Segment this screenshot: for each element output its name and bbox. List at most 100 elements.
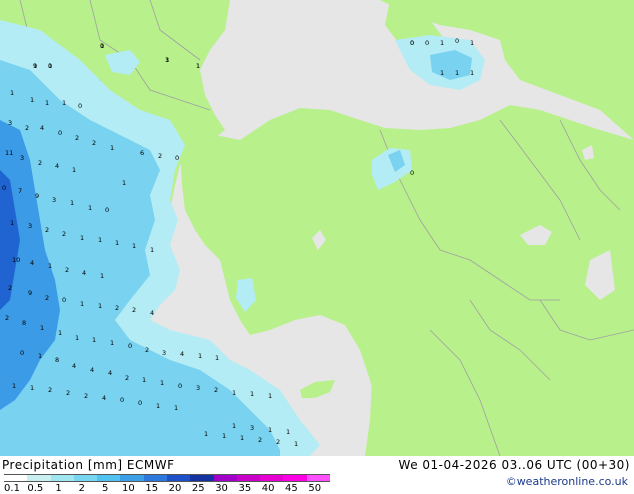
product-title: Precipitation [mm] ECMWF [2, 458, 174, 472]
precip-value: 3 [8, 119, 12, 127]
precip-value: 2 [8, 284, 12, 292]
scale-swatch [143, 474, 168, 482]
precip-value: 1 [142, 376, 146, 384]
precip-value: 1 [40, 324, 44, 332]
precip-value: 0 [58, 129, 62, 137]
precip-value: 1 [100, 272, 104, 280]
precip-value: 1 [45, 99, 49, 107]
precip-value: 2 [65, 266, 69, 274]
scale-swatch [167, 474, 191, 482]
precip-value: 4 [30, 259, 34, 267]
precip-value: 1 [240, 434, 244, 442]
precip-value: 1 [174, 404, 178, 412]
precip-value: 2 [145, 346, 149, 354]
precip-value: 1 [150, 246, 154, 254]
precip-value: 2 [75, 134, 79, 142]
precip-value: 0 [2, 184, 6, 192]
scale-tick-label: 5 [101, 483, 109, 494]
precip-value: 6 [140, 149, 144, 157]
precip-value: 1 [122, 179, 126, 187]
precip-value: 1 [132, 242, 136, 250]
precip-value: 1 [198, 352, 202, 360]
precip-value: 1 [58, 329, 62, 337]
precip-value: 3 [250, 424, 254, 432]
scale-tick-label: 0.5 [27, 483, 44, 494]
precip-value: 1 [48, 262, 52, 270]
precip-value: 1 [470, 39, 474, 47]
precip-value: 1 [268, 392, 272, 400]
precip-value: 2 [132, 306, 136, 314]
precip-value: 3 [52, 196, 56, 204]
scale-tick-label: 2 [78, 483, 86, 494]
precipitation-map[interactable]: 0 9 1 0 1 0 0 1 0 1 1 1 1 0 1 1 1 1 0 3 2 4 0 2 2 1 6 2 0 11 3 2 4 1 0 7 9 3 1… [0, 0, 634, 456]
precip-value: 4 [82, 269, 86, 277]
precip-value: 1 [30, 96, 34, 104]
scale-swatch [4, 474, 28, 482]
precip-value: 1 [88, 204, 92, 212]
precip-value: 1 [232, 389, 236, 397]
precip-value: 1 [250, 390, 254, 398]
scale-swatch [50, 474, 75, 482]
scale-tick-label: 1 [55, 483, 62, 494]
precip-value: 1 [110, 339, 114, 347]
precip-value: 1 [48, 62, 52, 70]
scale-tick-label: 30 [215, 483, 228, 494]
scale-tick-label: 10 [122, 483, 135, 494]
precip-value: 1 [33, 62, 37, 70]
precip-value: 2 [62, 230, 66, 238]
precip-value: 1 [286, 428, 290, 436]
scale-tick-label: 15 [145, 483, 159, 494]
precip-value: 1 [440, 39, 444, 47]
precip-value: 1 [80, 300, 84, 308]
map-canvas: 0910 10 0 1 0 11 1 1011 1 1 032 402216 2 01132 4 10 79 3 1… [0, 0, 634, 456]
scale-tick-label: 40 [261, 483, 275, 494]
precip-value: 4 [150, 309, 154, 317]
precip-value: 3 [196, 384, 200, 392]
precip-value: 2 [45, 294, 49, 302]
precip-value: 4 [180, 350, 184, 358]
scale-tick-label: 25 [191, 483, 205, 494]
precip-value: 1 [80, 234, 84, 242]
precip-value: 1 [10, 89, 14, 97]
credit-link[interactable]: ©weatheronline.co.uk [506, 475, 628, 488]
precip-value: 1 [196, 62, 200, 70]
precip-value: 2 [92, 139, 96, 147]
scale-swatch [236, 474, 261, 482]
precip-value: 1 [12, 382, 16, 390]
precip-value: 1 [38, 352, 42, 360]
product-label: Precipitation [mm] [2, 458, 123, 472]
precip-value: 0 [105, 206, 109, 214]
precip-value: 4 [90, 366, 94, 374]
datetime-label: We 01-04-2026 03..06 UTC (00+30) [398, 458, 630, 472]
precip-value: 1 [75, 334, 79, 342]
precip-value: 2 [158, 152, 162, 160]
precip-value: 4 [55, 162, 59, 170]
precip-value: 2 [66, 389, 70, 397]
precip-value: 9 [28, 289, 32, 297]
precip-value: 1 [92, 336, 96, 344]
precip-value: 3 [28, 222, 32, 230]
precip-value: 8 [55, 356, 59, 364]
legend-footer: Precipitation [mm] ECMWF We 01-04-2026 0… [0, 456, 634, 494]
precip-value: 1 [98, 236, 102, 244]
scale-swatch [97, 474, 121, 482]
model-label: ECMWF [126, 458, 175, 472]
precip-value: 1 [10, 219, 14, 227]
color-scale-bar [4, 474, 331, 482]
precip-value: 4 [108, 369, 112, 377]
precip-value: 7 [18, 187, 22, 195]
precip-value: 3 [20, 154, 24, 162]
precip-value: 1 [110, 144, 114, 152]
precip-value: 0 [138, 399, 142, 407]
precip-value: 4 [102, 394, 106, 402]
precip-value: 0 [178, 382, 182, 390]
scale-tick-label: 0.1 [4, 483, 20, 494]
precip-value: 1 [156, 402, 160, 410]
scale-swatch [213, 474, 238, 482]
precip-value: 1 [70, 199, 74, 207]
precip-value: 1 [72, 166, 76, 174]
scale-swatch [73, 474, 98, 482]
scale-tick-label: 20 [168, 483, 182, 494]
precip-value: 1 [232, 422, 236, 430]
scale-swatch [27, 474, 52, 482]
